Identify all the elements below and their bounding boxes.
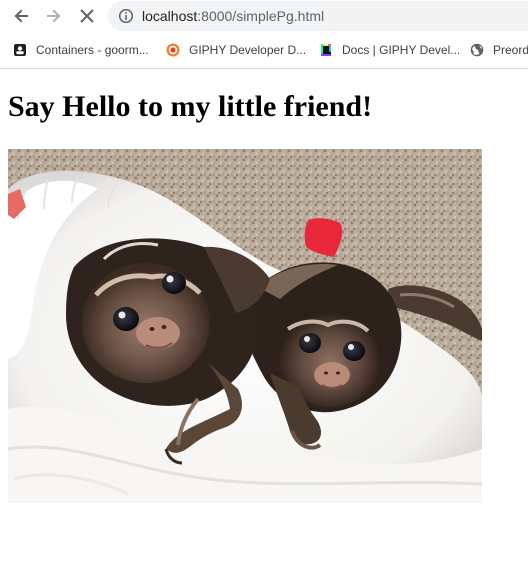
bookmark-label: GIPHY Developer D...: [189, 43, 307, 57]
forward-button[interactable]: [42, 4, 66, 28]
bookmark-label: Preord: [493, 43, 528, 57]
back-button[interactable]: [9, 4, 33, 28]
marmoset-illustration: [8, 149, 482, 503]
bookmark-giphy-developer[interactable]: GIPHY Developer D...: [166, 41, 306, 59]
giphy-docs-icon: [321, 44, 331, 56]
giphy-dev-icon: [166, 43, 180, 57]
info-icon[interactable]: [118, 8, 134, 24]
arrow-left-icon: [14, 9, 28, 23]
url-path: :8000/simplePg.html: [197, 8, 325, 24]
stop-loading-button[interactable]: [75, 4, 99, 28]
bookmark-preord[interactable]: Preord: [470, 41, 528, 59]
bookmark-containers[interactable]: Containers - goorm...: [13, 41, 149, 59]
bookmark-label: Docs | GIPHY Devel...: [342, 43, 461, 57]
bookmarks-bar: Containers - goorm... GIPHY Developer D.…: [0, 33, 528, 69]
marmoset-photo: [8, 149, 482, 503]
address-bar[interactable]: localhost:8000/simplePg.html: [108, 1, 528, 31]
globe-icon: [470, 43, 484, 57]
close-icon: [80, 9, 94, 23]
url-text[interactable]: localhost:8000/simplePg.html: [142, 8, 324, 24]
bookmark-giphy-docs[interactable]: Docs | GIPHY Devel...: [319, 41, 460, 59]
page-heading: Say Hello to my little friend!: [8, 90, 373, 123]
browser-toolbar: localhost:8000/simplePg.html: [0, 0, 528, 33]
bookmark-label: Containers - goorm...: [36, 43, 149, 57]
arrow-right-icon: [47, 9, 61, 23]
folder-icon: [14, 44, 26, 56]
url-host: localhost: [142, 8, 198, 24]
